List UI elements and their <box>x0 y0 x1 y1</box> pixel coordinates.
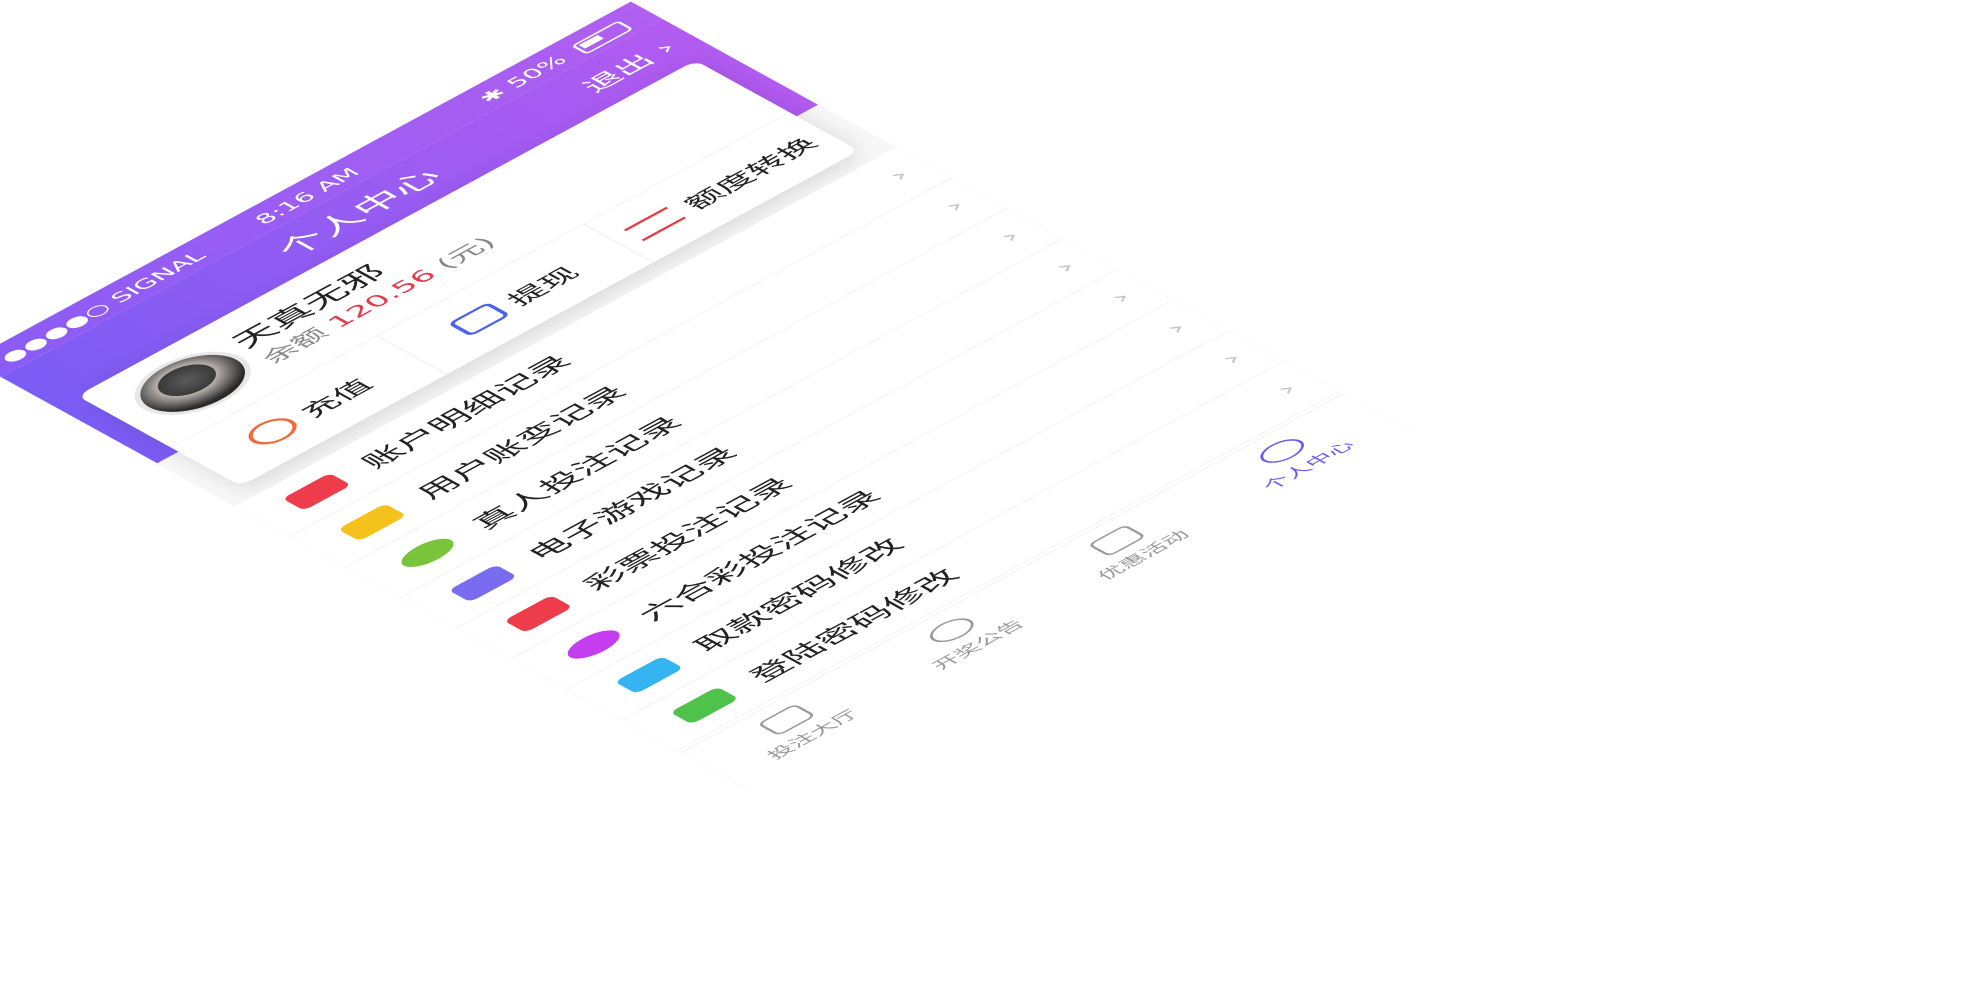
withdraw-icon <box>447 302 511 337</box>
withdraw-label: 提现 <box>501 263 586 310</box>
recharge-label: 充值 <box>294 375 380 422</box>
shield-check-icon <box>614 656 684 694</box>
balance-unit: (元) <box>429 233 502 273</box>
gamepad-icon <box>448 564 518 603</box>
transfer-icon <box>623 206 687 242</box>
footprint-icon <box>337 503 407 542</box>
recharge-icon <box>239 413 306 450</box>
calendar-18-icon <box>503 595 573 633</box>
phone-screen: ●●●●○ SIGNAL 8:16 AM ✱ 50% 个人中心 退出 › 天真无… <box>0 1 1412 791</box>
account-detail-icon <box>282 472 352 511</box>
check-circle-icon <box>393 534 463 572</box>
lock-icon <box>669 686 739 725</box>
stage: ●●●●○ SIGNAL 8:16 AM ✱ 50% 个人中心 退出 › 天真无… <box>0 0 1974 988</box>
ball-8-icon <box>559 625 629 664</box>
